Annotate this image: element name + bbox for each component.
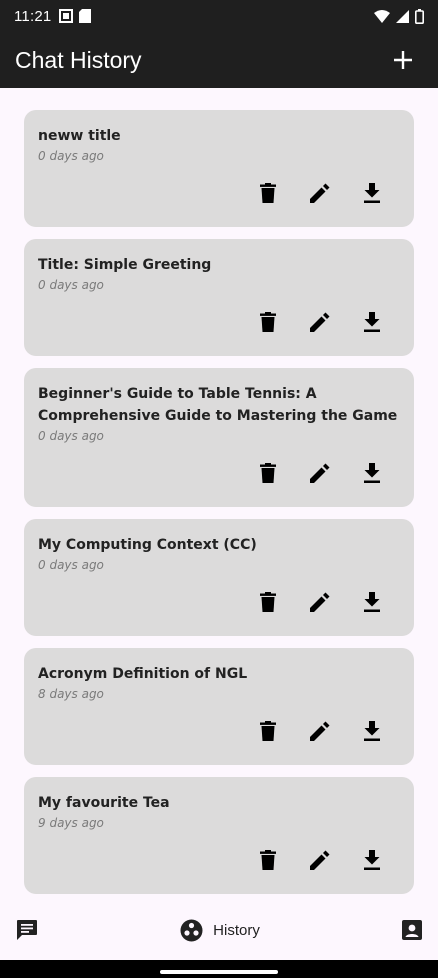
download-icon — [364, 592, 380, 612]
chat-title: My favourite Tea — [38, 795, 170, 811]
screen-icon — [59, 9, 74, 23]
chat-actions — [38, 302, 400, 342]
chat-actions — [38, 711, 400, 751]
delete-button[interactable] — [256, 719, 280, 743]
delete-icon — [260, 312, 276, 332]
edit-button[interactable] — [308, 590, 332, 614]
edit-icon — [310, 312, 330, 332]
bottom-navigation: History — [0, 900, 438, 960]
nav-chat[interactable] — [16, 919, 38, 941]
edit-icon — [310, 592, 330, 612]
chat-title: Beginner's Guide to Table Tennis: A Comp… — [38, 386, 398, 424]
chat-card[interactable]: neww title 0 days ago — [24, 110, 414, 227]
chat-title: Title: Simple Greeting — [38, 257, 212, 273]
plus-icon — [394, 51, 412, 69]
chat-actions — [38, 582, 400, 622]
chat-title: Acronym Definition of NGL — [38, 666, 248, 682]
delete-button[interactable] — [256, 590, 280, 614]
edit-icon — [310, 721, 330, 741]
download-button[interactable] — [360, 590, 384, 614]
chat-date: 0 days ago — [38, 558, 104, 572]
delete-button[interactable] — [256, 310, 280, 334]
chat-title: My Computing Context (CC) — [38, 537, 257, 553]
edit-button[interactable] — [308, 310, 332, 334]
gesture-bar — [0, 960, 438, 978]
delete-icon — [260, 463, 276, 483]
signal-icon — [396, 9, 409, 23]
download-button[interactable] — [360, 181, 384, 205]
download-icon — [364, 721, 380, 741]
battery-icon — [415, 8, 424, 24]
download-icon — [364, 183, 380, 203]
chat-history-list[interactable]: neww title 0 days ago Title: Simple Gree… — [0, 88, 438, 900]
nav-profile[interactable] — [401, 920, 422, 940]
chat-date: 8 days ago — [38, 687, 104, 701]
edit-icon — [310, 463, 330, 483]
download-icon — [364, 463, 380, 483]
chat-card[interactable]: Acronym Definition of NGL 8 days ago — [24, 648, 414, 765]
download-icon — [364, 312, 380, 332]
wifi-icon — [374, 9, 390, 23]
chat-date: 0 days ago — [38, 429, 104, 443]
chat-date: 0 days ago — [38, 278, 104, 292]
delete-icon — [260, 592, 276, 612]
nav-history[interactable]: History — [180, 919, 260, 942]
chat-actions — [38, 840, 400, 880]
chat-date: 0 days ago — [38, 149, 104, 163]
chat-icon — [17, 920, 37, 940]
status-bar: 11:21 — [0, 0, 438, 32]
chat-card[interactable]: My favourite Tea 9 days ago — [24, 777, 414, 894]
add-chat-button[interactable] — [383, 40, 423, 80]
chat-actions — [38, 453, 400, 493]
chat-title: neww title — [38, 128, 121, 144]
nav-history-label: History — [213, 921, 260, 939]
edit-button[interactable] — [308, 461, 332, 485]
page-title: Chat History — [15, 46, 142, 73]
chat-date: 9 days ago — [38, 816, 104, 830]
chat-actions — [38, 173, 400, 213]
edit-button[interactable] — [308, 181, 332, 205]
sd-card-icon — [79, 9, 92, 23]
chat-card[interactable]: Title: Simple Greeting 0 days ago — [24, 239, 414, 356]
download-icon — [364, 850, 380, 870]
edit-icon — [310, 183, 330, 203]
delete-icon — [260, 183, 276, 203]
download-button[interactable] — [360, 461, 384, 485]
download-button[interactable] — [360, 310, 384, 334]
download-button[interactable] — [360, 719, 384, 743]
edit-button[interactable] — [308, 848, 332, 872]
delete-icon — [260, 850, 276, 870]
edit-button[interactable] — [308, 719, 332, 743]
delete-icon — [260, 721, 276, 741]
status-time: 11:21 — [14, 7, 52, 25]
delete-button[interactable] — [256, 181, 280, 205]
delete-button[interactable] — [256, 461, 280, 485]
history-icon — [180, 919, 203, 941]
chat-card[interactable]: My Computing Context (CC) 0 days ago — [24, 519, 414, 636]
home-gesture-handle[interactable] — [160, 970, 278, 974]
chat-card[interactable]: Beginner's Guide to Table Tennis: A Comp… — [24, 368, 414, 507]
edit-icon — [310, 850, 330, 870]
download-button[interactable] — [360, 848, 384, 872]
profile-icon — [401, 920, 422, 940]
app-bar: Chat History — [0, 32, 438, 88]
delete-button[interactable] — [256, 848, 280, 872]
